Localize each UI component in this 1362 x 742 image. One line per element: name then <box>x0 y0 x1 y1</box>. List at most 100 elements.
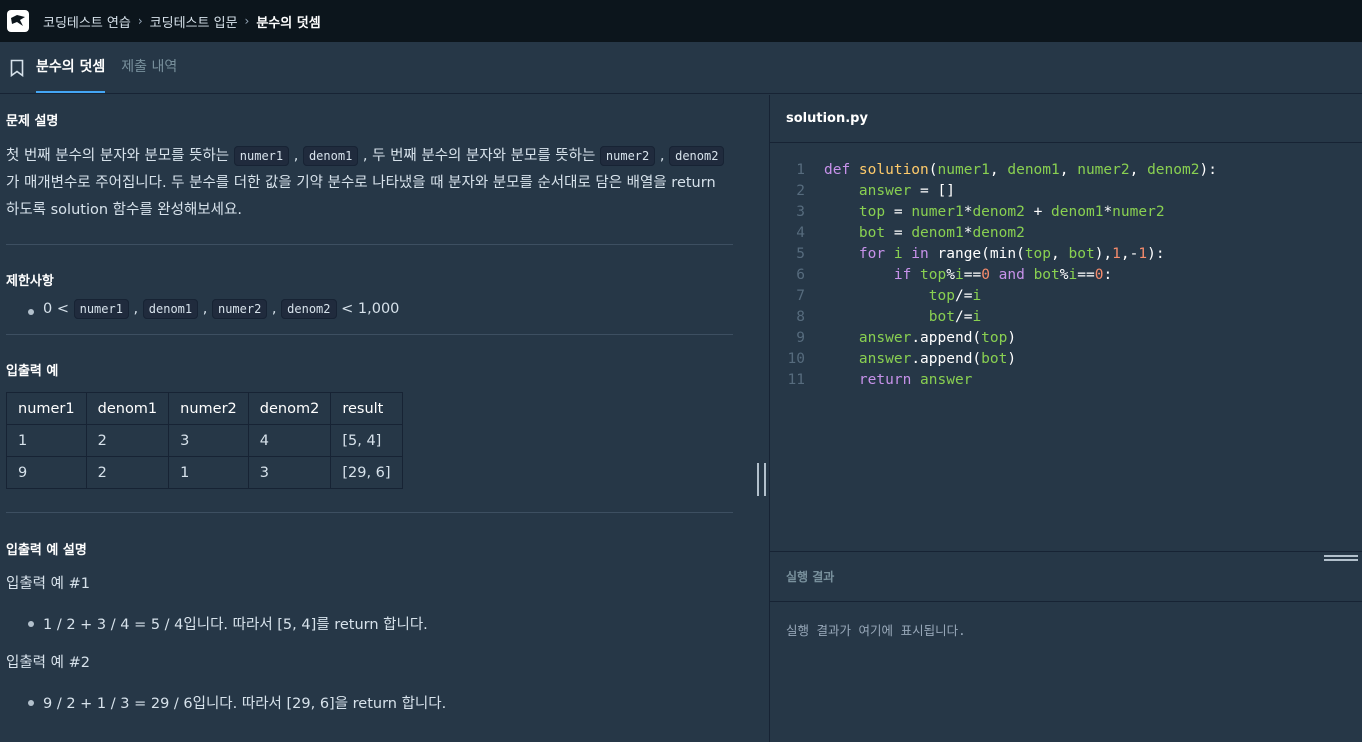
code-token: 0 <box>981 267 990 283</box>
table-body: 1 2 3 4 [5, 4] 9 2 1 3 [29, 6] <box>6 424 403 489</box>
code-token: , <box>989 162 1008 178</box>
line-number: 11 <box>787 372 805 388</box>
code-token: denom2 <box>972 225 1025 241</box>
code-token: numer1 <box>937 162 990 178</box>
code-text: top/=i <box>824 288 981 309</box>
line-number: 5 <box>796 246 805 262</box>
result-panel: 실행 결과 실행 결과가 여기에 표시됩니다. <box>770 551 1362 742</box>
constraints-list: 0 < numer1 , denom1 , numer2 , denom2 < … <box>6 299 733 319</box>
code-text: return answer <box>824 372 973 393</box>
editor-panel: solution.py 1 def solution(numer1, denom1… <box>770 95 1362 742</box>
code-token: answer <box>858 330 912 346</box>
code-token: top <box>928 288 955 304</box>
inline-code: numer1 <box>233 146 290 166</box>
constraint-item: 0 < numer1 , denom1 , numer2 , denom2 < … <box>6 299 733 319</box>
code-token: == <box>1077 267 1095 283</box>
code-line: 9 answer.append(top) <box>770 330 1362 351</box>
example-explanation-2: 9 / 2 + 1 / 3 = 29 / 6입니다. 따라서 [29, 6]을 … <box>6 692 733 713</box>
code-token: , <box>1051 246 1069 262</box>
code-text: def solution(numer1, denom1, numer2, den… <box>824 162 1217 183</box>
breadcrumb-item-intro[interactable]: 코딩테스트 입문 <box>150 12 238 31</box>
tab-submissions[interactable]: 제출 내역 <box>121 41 177 93</box>
inline-code: numer2 <box>211 299 268 319</box>
table-cell: 1 <box>6 424 87 457</box>
code-token: == <box>963 267 982 283</box>
line-number: 6 <box>796 267 805 283</box>
line-number: 4 <box>796 225 805 241</box>
code-text: answer.append(top) <box>824 330 1016 351</box>
panel-resize-handle[interactable] <box>757 463 766 496</box>
table-cell: [29, 6] <box>330 456 403 489</box>
code-token: % <box>946 267 955 283</box>
table-cell: [5, 4] <box>330 424 403 457</box>
tab-problem[interactable]: 분수의 덧셈 <box>36 41 106 93</box>
inline-code: denom2 <box>669 146 725 166</box>
section-heading-explanation: 입출력 예 설명 <box>6 543 87 558</box>
code-token: : <box>1103 267 1113 283</box>
text-segment: 첫 번째 분수의 분자와 분모를 뜻하는 <box>6 148 234 164</box>
code-token: for <box>858 246 894 262</box>
code-token: range(min( <box>937 246 1025 262</box>
code-token: denom1 <box>911 225 964 241</box>
table-header-row: numer1 denom1 numer2 denom2 result <box>6 392 403 425</box>
table-cell: 1 <box>168 456 249 489</box>
code-line: 11 return answer <box>770 372 1362 393</box>
line-number: 2 <box>796 183 805 199</box>
code-token: denom1 <box>1051 204 1104 220</box>
inline-code: denom1 <box>302 146 359 166</box>
result-heading: 실행 결과 <box>770 552 1362 602</box>
code-token: % <box>1059 267 1069 283</box>
table-cell: 9 <box>6 456 87 489</box>
code-token: .append( <box>911 351 982 367</box>
code-token: i <box>893 246 903 262</box>
code-editor[interactable]: 1 def solution(numer1, denom1, numer2, de… <box>770 144 1362 550</box>
code-token: ): <box>1199 162 1217 178</box>
code-text: answer.append(bot) <box>824 351 1016 372</box>
text-segment: < 1,000 <box>336 301 400 317</box>
code-token: /= <box>954 309 973 325</box>
code-token: denom2 <box>972 204 1025 220</box>
inline-code: denom2 <box>281 299 337 319</box>
code-token: top <box>858 204 886 220</box>
code-token: answer <box>858 351 912 367</box>
code-token: i <box>972 309 982 325</box>
code-text: if top%i==0 and bot%i==0: <box>824 267 1112 288</box>
code-token: , <box>1129 162 1148 178</box>
code-text: top = numer1*denom2 + denom1*numer2 <box>824 204 1165 225</box>
table-cell: 2 <box>85 456 170 489</box>
code-token: answer <box>858 183 912 199</box>
code-line: 7 top/=i <box>770 288 1362 309</box>
breadcrumb-item-practice[interactable]: 코딩테스트 연습 <box>43 12 131 31</box>
code-token: top <box>920 267 947 283</box>
code-text: for i in range(min(top, bot),1,-1): <box>824 246 1165 267</box>
code-line: 2 answer = [] <box>770 183 1362 204</box>
code-token: def <box>824 162 859 178</box>
code-text: answer = [] <box>824 183 955 204</box>
problem-tabbar: 분수의 덧셈 제출 내역 <box>0 42 1362 94</box>
code-line: 4 bot = denom1*denom2 <box>770 225 1362 246</box>
programmers-logo[interactable] <box>7 10 29 32</box>
code-token: if <box>893 267 921 283</box>
inline-code: denom1 <box>142 299 199 319</box>
text-segment: , <box>655 148 670 164</box>
code-token: i <box>1068 267 1078 283</box>
problem-panel: 문제 설명 첫 번째 분수의 분자와 분모를 뜻하는 numer1 , deno… <box>0 95 769 742</box>
result-resize-handle[interactable] <box>1324 555 1358 563</box>
code-token: solution <box>858 162 929 178</box>
table-cell: 3 <box>247 456 332 489</box>
text-segment: , <box>267 301 282 317</box>
result-output: 실행 결과가 여기에 표시됩니다. <box>786 623 966 638</box>
code-token: = [] <box>911 183 955 199</box>
code-token: and <box>989 267 1034 283</box>
section-heading-examples: 입출력 예 <box>6 364 59 379</box>
table-header-cell: denom1 <box>85 392 170 425</box>
bookmark-icon[interactable] <box>10 59 24 77</box>
code-token: bot <box>1033 267 1060 283</box>
divider <box>6 512 733 513</box>
code-token: * <box>1103 204 1113 220</box>
